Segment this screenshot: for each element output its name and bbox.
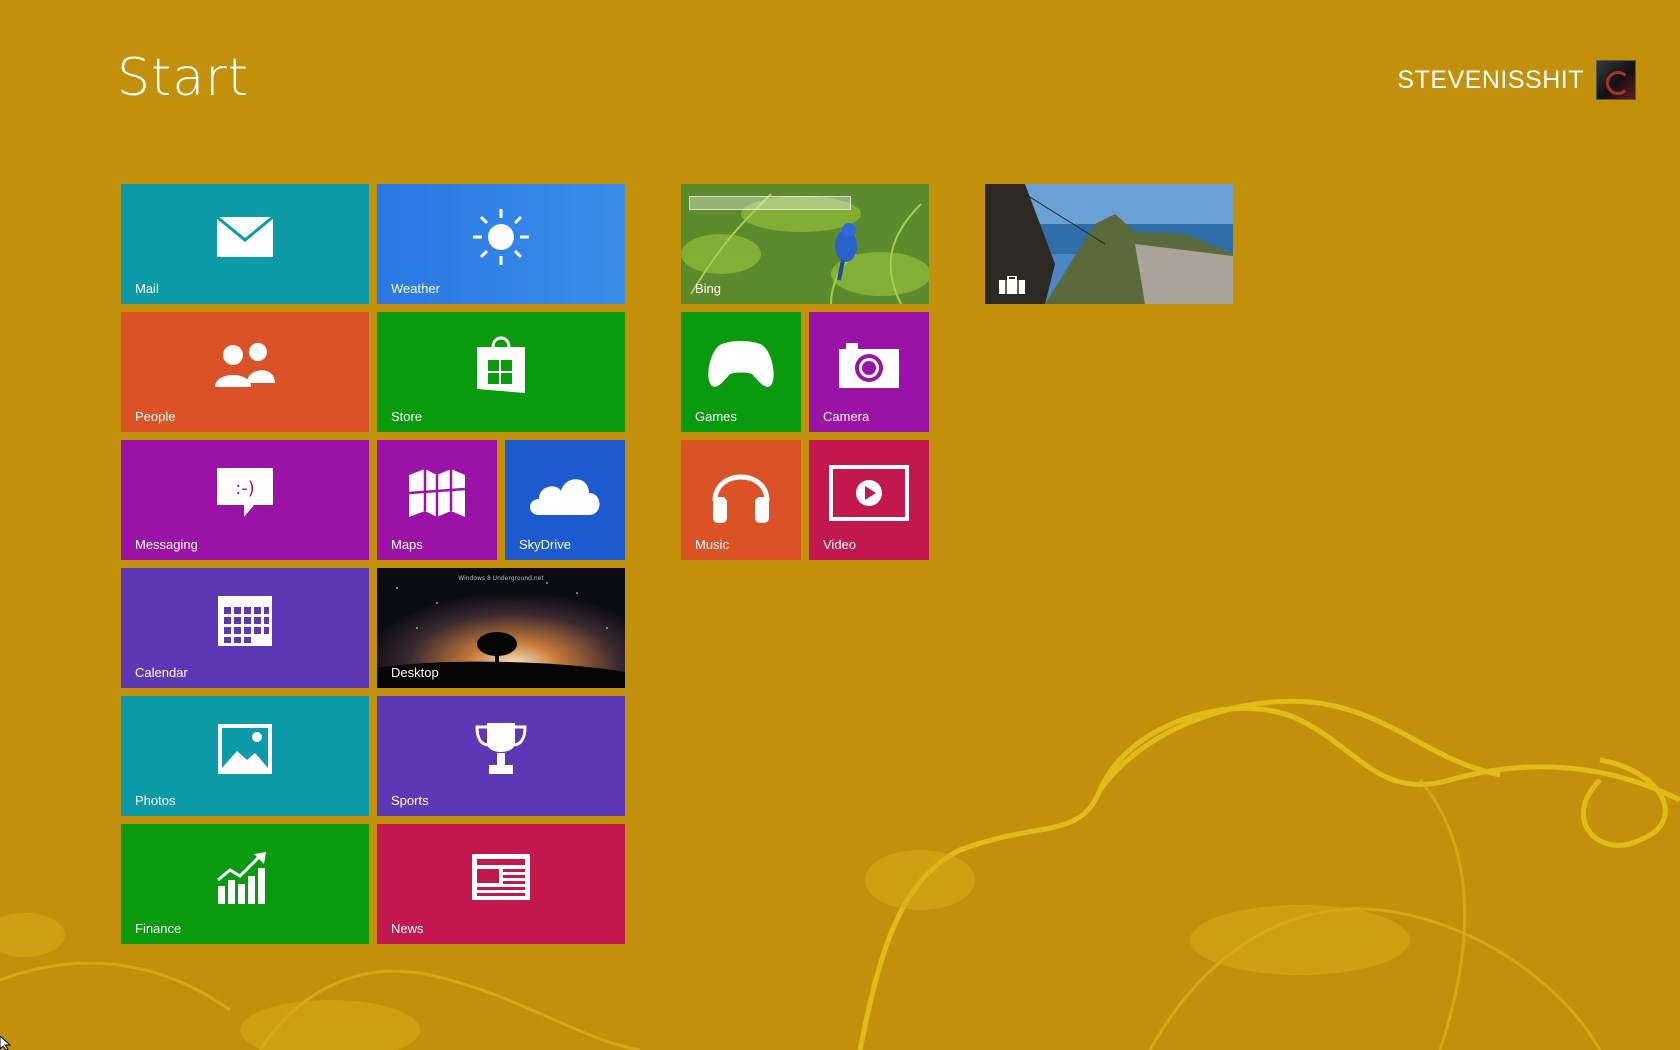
tile-calendar-label: Calendar (135, 665, 188, 680)
headphones-icon (712, 474, 770, 523)
avatar[interactable] (1596, 60, 1636, 100)
store-bag-icon (477, 336, 525, 393)
page-title: Start (117, 48, 250, 108)
play-screen-icon (829, 464, 909, 521)
mail-icon (216, 215, 274, 257)
tile-desktop[interactable]: Windows 8 Underground.net Desktop (377, 568, 625, 688)
svg-text::-): :-) (235, 478, 255, 499)
tile-camera[interactable]: Camera (809, 312, 929, 432)
gamepad-icon (708, 340, 774, 387)
photo-icon (218, 723, 272, 774)
tile-skydrive-label: SkyDrive (519, 537, 572, 552)
tile-people[interactable]: People (121, 312, 369, 432)
tile-maps-label: Maps (391, 537, 423, 552)
tile-mail-label: Mail (135, 281, 159, 296)
tile-travel[interactable] (985, 184, 1233, 304)
user-account[interactable]: STEVENISSHIT (1397, 60, 1636, 100)
tile-mail[interactable]: Mail (121, 184, 369, 304)
tile-games-label: Games (695, 409, 737, 424)
sun-icon (473, 208, 529, 265)
chart-up-icon (217, 851, 266, 904)
desktop-wallpaper-text: Windows 8 Underground.net (458, 575, 544, 582)
tile-music-label: Music (695, 537, 729, 552)
trophy-icon (475, 722, 527, 774)
tile-news-label: News (391, 921, 424, 936)
tile-skydrive[interactable]: SkyDrive (505, 440, 625, 560)
tile-messaging-label: Messaging (135, 537, 198, 552)
tile-store[interactable]: Store (377, 312, 625, 432)
tile-weather[interactable]: Weather (377, 184, 625, 304)
map-icon (408, 468, 466, 517)
tile-weather-label: Weather (391, 281, 440, 296)
tile-finance[interactable]: Finance (121, 824, 369, 944)
tile-video[interactable]: Video (809, 440, 929, 560)
tile-camera-label: Camera (823, 409, 870, 424)
calendar-icon (218, 595, 272, 646)
camera-icon (839, 342, 899, 388)
tile-store-label: Store (391, 409, 423, 424)
tile-sports[interactable]: Sports (377, 696, 625, 816)
tile-video-label: Video (823, 537, 857, 552)
newspaper-icon (472, 853, 530, 900)
user-name: STEVENISSHIT (1397, 65, 1584, 94)
bing-search-bar[interactable] (689, 196, 851, 210)
cloud-icon (530, 479, 600, 515)
chat-bubble-icon: :-) (217, 467, 273, 517)
tile-maps[interactable]: Maps (377, 440, 497, 560)
tile-finance-label: Finance (135, 921, 182, 936)
tile-bing-label: Bing (695, 281, 722, 296)
tile-desktop-label: Desktop (391, 665, 439, 680)
tile-bing[interactable]: Bing (681, 184, 929, 304)
tile-photos[interactable]: Photos (121, 696, 369, 816)
tile-calendar[interactable]: Calendar (121, 568, 369, 688)
tile-music[interactable]: Music (681, 440, 801, 560)
people-icon (215, 342, 275, 387)
mouse-cursor (0, 1036, 12, 1050)
tile-messaging[interactable]: :-) Messaging (121, 440, 369, 560)
suitcase-icon (999, 276, 1025, 294)
tile-photos-label: Photos (135, 793, 176, 808)
tile-news[interactable]: News (377, 824, 625, 944)
tile-sports-label: Sports (391, 793, 429, 808)
tile-games[interactable]: Games (681, 312, 801, 432)
tile-people-label: People (135, 409, 176, 424)
